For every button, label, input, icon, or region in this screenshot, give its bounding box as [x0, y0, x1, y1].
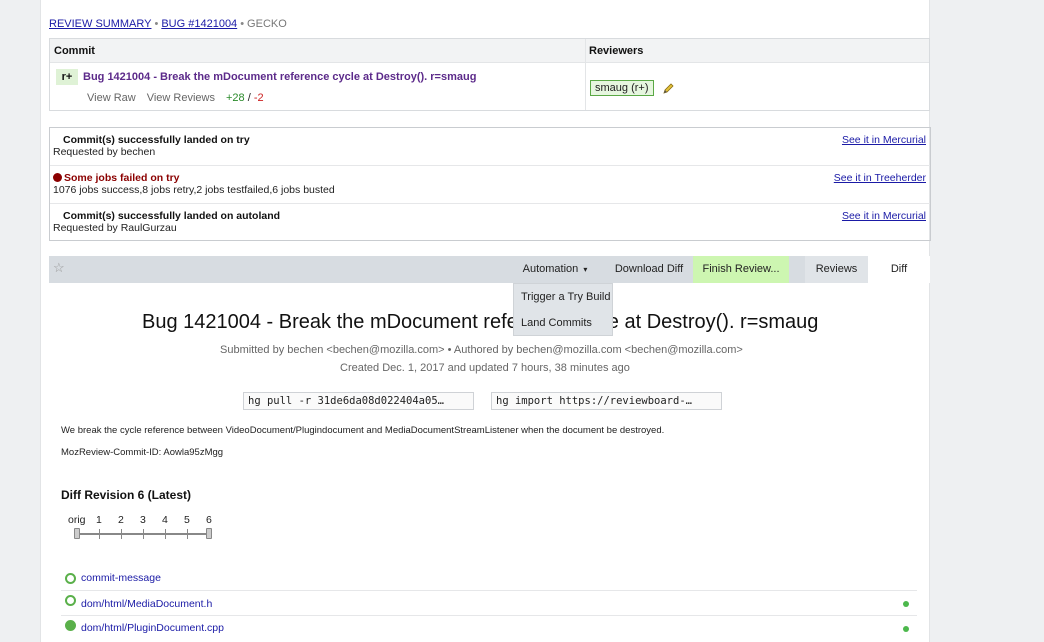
file-link[interactable]: commit-message	[81, 572, 161, 584]
finish-review-button[interactable]: Finish Review...	[693, 256, 789, 283]
commit-title-link[interactable]: Bug 1421004 - Break the mDocument refere…	[83, 71, 476, 83]
slider-handle-end[interactable]	[206, 528, 212, 539]
revision-label: 3	[140, 514, 146, 526]
review-description: We break the cycle reference between Vid…	[61, 425, 665, 436]
slider-tick	[99, 529, 100, 539]
revision-label: 4	[162, 514, 168, 526]
status-title: Commit(s) successfully landed on autolan…	[63, 210, 281, 222]
file-link[interactable]: dom/html/MediaDocument.h	[81, 598, 212, 610]
breadcrumb: REVIEW SUMMARY • BUG #1421004 • GECKO	[49, 18, 287, 30]
status-subtitle: 1076 jobs success,8 jobs retry,2 jobs te…	[53, 184, 335, 196]
file-link[interactable]: dom/html/PluginDocument.cpp	[81, 622, 224, 634]
status-row-jobs-failed: Some jobs failed on try 1076 jobs succes…	[50, 166, 930, 204]
breadcrumb-separator: •	[154, 18, 159, 30]
file-row: dom/html/MediaDocument.h	[61, 591, 917, 616]
download-diff-button[interactable]: Download Diff	[609, 256, 689, 283]
created-date: Created Dec. 1, 2017 and updated 7 hours…	[340, 362, 630, 374]
status-row-try-landed: Commit(s) successfully landed on try Req…	[50, 128, 930, 166]
review-status-badge: r+	[56, 69, 78, 85]
tab-diff[interactable]: Diff	[868, 256, 930, 283]
commits-table: Commit Reviewers r+ Bug 1421004 - Break …	[49, 38, 930, 111]
commit-actions: View Raw View Reviews +28 / -2	[87, 92, 264, 104]
menu-item-trigger-try-build[interactable]: Trigger a Try Build	[521, 291, 610, 303]
slider-handle-start[interactable]	[74, 528, 80, 539]
file-marker-dot-icon	[903, 626, 909, 632]
status-title: Some jobs failed on try	[64, 172, 180, 184]
slider-tick	[165, 529, 166, 539]
hg-pull-command[interactable]: hg pull -r 31de6da08d022404a05…	[243, 392, 474, 410]
status-subtitle: Requested by bechen	[53, 146, 156, 158]
breadcrumb-separator: •	[240, 18, 245, 30]
menu-item-land-commits[interactable]: Land Commits	[521, 317, 592, 329]
breadcrumb-bug-link[interactable]: BUG #1421004	[161, 18, 237, 30]
review-title: Bug 1421004 - Break the mDocument refere…	[142, 311, 819, 333]
mercurial-link[interactable]: See it in Mercurial	[842, 210, 926, 222]
revision-label: 5	[184, 514, 190, 526]
edit-pencil-icon[interactable]	[662, 83, 674, 95]
revision-label: orig	[68, 514, 86, 526]
star-icon[interactable]: ☆	[53, 260, 65, 276]
tab-reviews[interactable]: Reviews	[805, 256, 868, 283]
slider-tick	[121, 529, 122, 539]
commits-table-header: Commit Reviewers	[50, 39, 929, 63]
view-raw-link[interactable]: View Raw	[87, 92, 136, 104]
commit-id: MozReview-Commit-ID: Aowla95zMgg	[61, 447, 224, 458]
revision-label: 2	[118, 514, 124, 526]
treeherder-link[interactable]: See it in Treeherder	[834, 172, 926, 184]
automation-label: Automation	[522, 263, 579, 275]
deletions-count: -2	[253, 92, 264, 104]
file-row: dom/html/PluginDocument.cpp	[61, 616, 917, 641]
chevron-down-icon: ▾	[583, 265, 588, 274]
reviewer-badge[interactable]: smaug (r+)	[590, 80, 654, 96]
automation-menu-button[interactable]: Automation ▾	[517, 256, 593, 283]
slider-tick	[187, 529, 188, 539]
landing-status-box: Commit(s) successfully landed on try Req…	[49, 127, 931, 241]
status-subtitle: Requested by RaulGurzau	[53, 222, 177, 234]
commit-row: r+ Bug 1421004 - Break the mDocument ref…	[50, 63, 929, 111]
view-reviews-link[interactable]: View Reviews	[147, 92, 215, 104]
file-status-circle-icon	[65, 595, 76, 606]
breadcrumb-review-summary[interactable]: REVIEW SUMMARY	[49, 18, 151, 30]
slider-tick	[143, 529, 144, 539]
diffstat-separator: /	[247, 92, 251, 104]
reviewers-column-header: Reviewers	[589, 45, 644, 57]
review-toolbar: ☆ Automation ▾ Download Diff Finish Revi…	[49, 256, 930, 283]
additions-count: +28	[226, 92, 245, 104]
hg-import-command[interactable]: hg import https://reviewboard-…	[491, 392, 722, 410]
status-title: Commit(s) successfully landed on try	[63, 134, 250, 146]
file-row: commit-message	[61, 566, 917, 591]
submitted-by: Submitted by bechen <bechen@mozilla.com>…	[220, 344, 743, 356]
failure-dot-icon	[53, 173, 62, 182]
file-marker-dot-icon	[903, 601, 909, 607]
mercurial-link[interactable]: See it in Mercurial	[842, 134, 926, 146]
commit-column-header: Commit	[54, 45, 95, 57]
revision-label: 6	[206, 514, 212, 526]
diff-revision-title: Diff Revision 6 (Latest)	[61, 488, 192, 502]
breadcrumb-product: GECKO	[247, 18, 287, 30]
revision-label: 1	[96, 514, 102, 526]
file-status-circle-icon	[65, 573, 76, 584]
file-status-filled-circle-icon	[65, 620, 76, 631]
automation-dropdown-menu: Trigger a Try Build Land Commits	[513, 283, 613, 336]
status-row-autoland-landed: Commit(s) successfully landed on autolan…	[50, 204, 930, 242]
file-list: commit-message dom/html/MediaDocument.h …	[61, 566, 917, 641]
